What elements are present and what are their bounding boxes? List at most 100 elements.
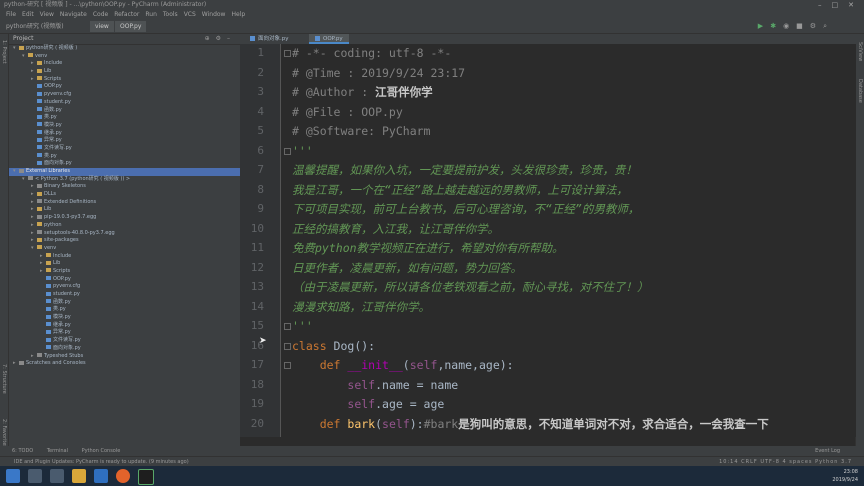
event-log-tab[interactable]: Event Log bbox=[815, 446, 840, 456]
code-line[interactable]: 18 self.name = name bbox=[240, 375, 856, 395]
code-line[interactable]: 7 温馨提醒，如果你入坑，一定要提前护发，头发很珍贵，珍贵，贵！ bbox=[240, 160, 856, 180]
tree-item[interactable]: pyvenv.cfg bbox=[9, 283, 240, 291]
nav-tab-view[interactable]: view bbox=[90, 21, 114, 32]
tree-item[interactable]: ▸ Include bbox=[9, 253, 240, 261]
tree-item[interactable]: 类.py bbox=[9, 306, 240, 314]
menu-item-vcs[interactable]: VCS bbox=[184, 11, 196, 18]
search-icon[interactable]: ⌕ bbox=[823, 22, 834, 30]
settings-icon[interactable]: ⚙ bbox=[810, 22, 823, 30]
menu-item-run[interactable]: Run bbox=[145, 11, 157, 18]
menu-item-file[interactable]: File bbox=[6, 11, 16, 18]
tree-item[interactable]: ▸ Lib bbox=[9, 68, 240, 76]
fold-marker-icon[interactable] bbox=[284, 50, 291, 57]
tree-item[interactable]: ▸ python bbox=[9, 222, 240, 230]
tree-item[interactable]: ▸ Lib bbox=[9, 206, 240, 214]
favorites-tool-label[interactable]: 2: Favorites bbox=[1, 419, 7, 448]
code-line[interactable]: 12 日更作者，凌晨更新，如有问题，势力回答。 bbox=[240, 258, 856, 278]
code-line[interactable]: 10 正经的搞教育，入江我，让江哥伴你学。 bbox=[240, 219, 856, 239]
tree-item[interactable]: OOP.py bbox=[9, 276, 240, 284]
code-line[interactable]: 20 def bark(self):#bark是狗叫的意思，不知道单词对不对，求… bbox=[240, 414, 856, 434]
menu-item-refactor[interactable]: Refactor bbox=[114, 11, 139, 18]
tree-item[interactable]: OOP.py bbox=[9, 83, 240, 91]
project-tool-label[interactable]: 1: Project bbox=[1, 40, 7, 64]
code-line[interactable]: 6 ''' bbox=[240, 141, 856, 161]
stop-icon[interactable]: ■ bbox=[796, 22, 810, 30]
code-line[interactable]: 19 self.age = age bbox=[240, 394, 856, 414]
gear-icon[interactable]: ⚙ bbox=[216, 35, 227, 42]
code-line[interactable]: 4 # @File : OOP.py bbox=[240, 102, 856, 122]
window-controls[interactable]: – □ ✕ bbox=[814, 0, 860, 10]
tree-item[interactable]: ▸ setuptools-40.8.0-py3.7.egg bbox=[9, 230, 240, 238]
tree-item[interactable]: ▸ Lib bbox=[9, 260, 240, 268]
database-tool-label[interactable]: Database bbox=[857, 79, 863, 103]
tree-item[interactable]: ▸ Scratches and Consoles bbox=[9, 360, 240, 368]
tree-item[interactable]: ▸ Scripts bbox=[9, 268, 240, 276]
fold-marker-icon[interactable] bbox=[284, 323, 291, 330]
sciview-tool-label[interactable]: SciView bbox=[857, 42, 863, 61]
editor-tab[interactable]: 面向对象.py bbox=[244, 34, 295, 44]
code-line[interactable]: 2 # @Time : 2019/9/24 23:17 bbox=[240, 63, 856, 83]
task-view-icon[interactable] bbox=[50, 469, 64, 483]
code-line[interactable]: 1 # -*- coding: utf-8 -*- bbox=[240, 44, 856, 63]
tree-item[interactable]: ▸ Extended Definitions bbox=[9, 199, 240, 207]
minimize-icon[interactable]: – bbox=[814, 1, 828, 9]
menu-item-tools[interactable]: Tools bbox=[163, 11, 178, 18]
code-line[interactable]: 11 免费python教学视频正在进行，希望对你有所帮助。 bbox=[240, 238, 856, 258]
code-line[interactable]: 17 def __init__(self,name,age): bbox=[240, 355, 856, 375]
tree-item[interactable]: 模块.py bbox=[9, 314, 240, 322]
tree-item[interactable]: 异常.py bbox=[9, 329, 240, 337]
tree-item[interactable]: 函数.py bbox=[9, 299, 240, 307]
fold-marker-icon[interactable] bbox=[284, 147, 291, 155]
tree-item[interactable]: ▾ External Libraries bbox=[9, 168, 240, 176]
code-line[interactable]: 13 （由于凌晨更新，所以请各位老铁观看之前，耐心寻找，对不住了！） bbox=[240, 277, 856, 297]
menu-item-navigate[interactable]: Navigate bbox=[60, 11, 87, 18]
code-line[interactable]: 8 我是江哥，一个在“正经”路上越走越远的男教师，上可设计算法， bbox=[240, 180, 856, 200]
editor-tab[interactable]: OOP.py bbox=[309, 34, 349, 44]
menu-item-help[interactable]: Help bbox=[231, 11, 245, 18]
collapse-icon[interactable]: ⊕ bbox=[205, 35, 216, 42]
fold-marker-icon[interactable] bbox=[284, 342, 291, 350]
tree-item[interactable]: ▾ venv bbox=[9, 245, 240, 253]
tree-item[interactable]: 面向对象.py bbox=[9, 160, 240, 168]
run-icon[interactable]: ▶ bbox=[758, 22, 770, 30]
tree-item[interactable]: student.py bbox=[9, 99, 240, 107]
windows-store-icon[interactable] bbox=[94, 469, 108, 483]
browser-icon[interactable] bbox=[116, 469, 130, 483]
code-line[interactable]: 14 漫漫求知路，江哥伴你学。 bbox=[240, 297, 856, 317]
tree-item[interactable]: ▸ Scripts bbox=[9, 76, 240, 84]
pycharm-taskbar-icon[interactable] bbox=[138, 469, 154, 485]
breadcrumb[interactable]: python研究 (视频版) bbox=[6, 23, 64, 30]
python-console-tab[interactable]: Python Console bbox=[82, 448, 121, 454]
tree-item[interactable]: 文件读写.py bbox=[9, 145, 240, 153]
structure-tool-label[interactable]: 7: Structure bbox=[1, 364, 7, 394]
tree-item[interactable]: ▸ Typeshed Stubs bbox=[9, 353, 240, 361]
code-line[interactable]: 16 class Dog(): bbox=[240, 336, 856, 356]
tree-item[interactable]: pyvenv.cfg bbox=[9, 91, 240, 99]
tree-item[interactable]: ▸ Binary Skeletons bbox=[9, 183, 240, 191]
tree-item[interactable]: ▾ python研究 ( 视频版 ) bbox=[9, 45, 240, 53]
code-editor[interactable]: 1 # -*- coding: utf-8 -*- 2 # @Time : 2019/… bbox=[240, 44, 856, 437]
menu-item-code[interactable]: Code bbox=[93, 11, 108, 18]
tree-item[interactable]: student.py bbox=[9, 291, 240, 299]
todo-tab[interactable]: 6: TODO bbox=[12, 448, 33, 454]
nav-tab-oop[interactable]: OOP.py bbox=[115, 21, 147, 32]
code-line[interactable]: 3 # @Author : 江哥伴你学 bbox=[240, 82, 856, 102]
terminal-tab[interactable]: Terminal bbox=[47, 448, 68, 454]
code-line[interactable]: 5 # @Software: PyCharm bbox=[240, 121, 856, 141]
tree-item[interactable]: 文件读写.py bbox=[9, 337, 240, 345]
close-icon[interactable]: ✕ bbox=[844, 1, 860, 9]
maximize-icon[interactable]: □ bbox=[828, 1, 845, 9]
project-panel-title[interactable]: Project bbox=[13, 35, 34, 42]
debug-icon[interactable]: ✱ bbox=[770, 22, 783, 30]
tree-item[interactable]: ▸ Include bbox=[9, 60, 240, 68]
tree-item[interactable]: 模块.py bbox=[9, 122, 240, 130]
coverage-icon[interactable]: ◉ bbox=[783, 22, 796, 30]
tree-item[interactable]: ▾ < Python 3.7 (python研究 ( 视频版 )) > bbox=[9, 176, 240, 184]
menu-item-view[interactable]: View bbox=[40, 11, 54, 18]
file-explorer-icon[interactable] bbox=[72, 469, 86, 483]
search-taskbar-icon[interactable] bbox=[28, 469, 42, 483]
code-line[interactable]: 15 ''' bbox=[240, 316, 856, 336]
tree-item[interactable]: ▸ DLLs bbox=[9, 191, 240, 199]
tree-item[interactable]: 继承.py bbox=[9, 322, 240, 330]
code-line[interactable]: 9 下可项目实现，前可上台教书，后可心理咨询，不“正经”的男教师， bbox=[240, 199, 856, 219]
